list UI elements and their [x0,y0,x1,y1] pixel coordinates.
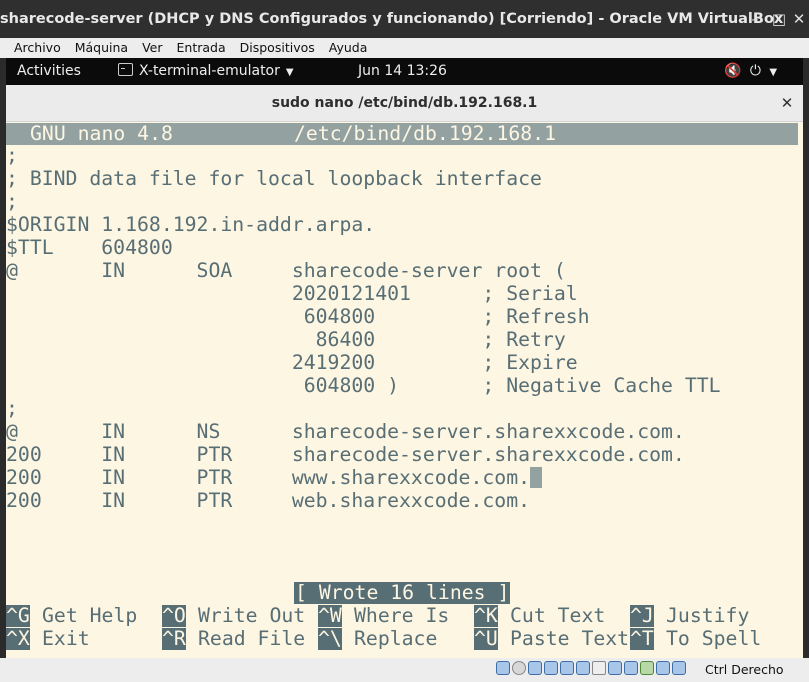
file-line: 200 IN PTR sharecode-server.sharexxcode.… [6,443,685,466]
vbox-window-title: sharecode-server (DHCP y DNS Configurado… [0,11,784,27]
file-line: 200 IN PTR web.sharexxcode.com. [6,489,531,512]
terminal-header-bar[interactable]: sudo nano /etc/bind/db.192.168.1 ✕ [6,85,803,122]
vbox-title-bar[interactable]: sharecode-server (DHCP y DNS Configurado… [0,0,809,38]
file-line: ; [6,190,18,213]
shortcut-key-paste-text[interactable]: ^U [474,628,498,650]
status-message: [ Wrote 16 lines ] [294,581,511,604]
menu-ver[interactable]: Ver [132,38,166,58]
vm-display[interactable]: Activities X-terminal-emulator ▼ Jun 14 1… [6,58,803,658]
volume-icon: 🔇 [724,63,744,79]
shortcut-key-write-out[interactable]: ^O [162,605,186,627]
chevron-down-icon: ▼ [285,67,294,78]
network-icon[interactable] [544,661,558,675]
file-line: 200 IN PTR www.sharexxcode.com. [6,466,543,489]
shared-folders-icon[interactable] [576,661,590,675]
menu-entrada[interactable]: Entrada [167,38,230,58]
display-icon[interactable] [592,661,606,675]
shortcut-key-where-is[interactable]: ^W [318,605,342,627]
menu-ayuda[interactable]: Ayuda [319,38,372,58]
optical-drive-icon[interactable] [512,661,526,675]
shortcut-key-get-help[interactable]: ^G [6,605,30,627]
text-cursor [530,467,543,488]
nano-filename: /etc/bind/db.192.168.1 [294,122,557,145]
clock[interactable]: Jun 14 13:26 [358,58,447,85]
file-line: 2020121401 ; Serial [6,282,578,305]
shortcut-label-cut-text[interactable]: Cut Text [510,605,605,627]
power-icon: ⏻ [749,63,763,79]
shortcut-label-where-is[interactable]: Where Is [354,605,449,627]
chevron-down-icon: ▼ [769,67,780,78]
shortcut-label-write-out[interactable]: Write Out [198,605,305,627]
shortcut-label-exit[interactable]: Exit [42,628,90,650]
virtualization-icon[interactable] [624,661,638,675]
file-line: ; BIND data file for local loopback inte… [6,167,542,190]
shortcut-label-justify[interactable]: Justify [666,605,749,627]
file-line: $ORIGIN 1.168.192.in-addr.arpa. [6,213,376,236]
file-line: 604800 ) ; Negative Cache TTL [6,374,721,397]
system-tray[interactable]: 🔇 ⏻ ▼ [724,58,779,86]
menu-dispositivos[interactable]: Dispositivos [230,38,319,58]
file-line: $TTL 604800 [6,236,173,259]
audio-icon[interactable] [528,661,542,675]
file-line: 86400 ; Retry [6,328,566,351]
shortcut-key-replace[interactable]: ^\ [318,628,342,650]
minimize-icon[interactable]: – [742,0,768,38]
hard-disk-icon[interactable] [496,661,510,675]
file-line: ; [6,397,18,420]
shortcut-label-get-help[interactable]: Get Help [42,605,137,627]
close-icon[interactable]: ✕ [776,85,798,121]
usb-icon[interactable] [560,661,574,675]
guest-additions-icon[interactable] [640,661,654,675]
shortcut-key-read-file[interactable]: ^R [162,628,186,650]
file-line: ; [6,144,18,167]
keyboard-capture-icon[interactable] [672,661,686,675]
file-line-text: 200 IN PTR www.sharexxcode.com. [6,466,531,489]
device-icons [496,661,686,675]
activities-button[interactable]: Activities [17,58,81,85]
close-icon[interactable]: ✕ [786,0,809,38]
shortcut-label-read-file[interactable]: Read File [198,628,305,650]
nano-version: GNU nano 4.8 [30,122,173,145]
shortcut-label-paste-text[interactable]: Paste Text [510,628,629,650]
file-line: 2419200 ; Expire [6,351,578,374]
file-line: 604800 ; Refresh [6,305,590,328]
shortcut-key-to-spell[interactable]: ^T [630,628,654,650]
app-menu[interactable]: X-terminal-emulator ▼ [118,58,294,86]
nano-title-bar: GNU nano 4.8 /etc/bind/db.192.168.1 [6,123,798,145]
menu-maquina[interactable]: Máquina [65,38,132,58]
terminal-title: sudo nano /etc/bind/db.192.168.1 [271,95,538,111]
shortcut-key-justify[interactable]: ^J [630,605,654,627]
app-menu-label: X-terminal-emulator [139,63,280,79]
vbox-status-bar: Ctrl Derecho [0,658,809,682]
file-line: @ IN SOA sharecode-server root ( [6,259,566,282]
terminal-icon [118,63,133,76]
gnome-top-bar: Activities X-terminal-emulator ▼ Jun 14 1… [6,58,803,85]
vbox-menu-bar: Archivo Máquina Ver Entrada Dispositivos… [0,38,809,58]
shortcut-key-cut-text[interactable]: ^K [474,605,498,627]
shortcut-key-exit[interactable]: ^X [6,628,30,650]
shortcut-label-replace[interactable]: Replace [354,628,437,650]
menu-archivo[interactable]: Archivo [0,38,65,58]
nano-editor[interactable]: GNU nano 4.8 /etc/bind/db.192.168.1 ; ; … [6,122,803,658]
file-line: @ IN NS sharecode-server.sharexxcode.com… [6,420,685,443]
shortcut-label-to-spell[interactable]: To Spell [666,628,761,650]
mouse-integration-icon[interactable] [656,661,670,675]
video-capture-icon[interactable] [608,661,622,675]
host-key-label: Ctrl Derecho [705,662,784,677]
